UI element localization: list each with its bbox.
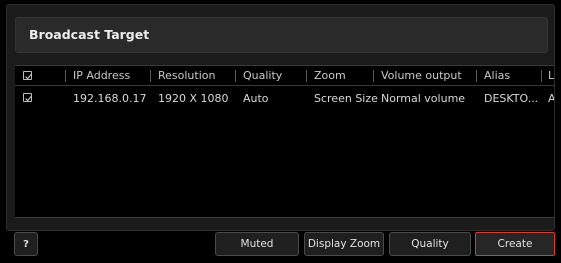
column-separator	[306, 70, 307, 82]
table-row[interactable]: 192.168.0.17 1920 X 1080 Auto Screen Siz…	[15, 87, 555, 109]
display-zoom-button[interactable]: Display Zoom	[304, 232, 384, 256]
column-separator	[541, 70, 542, 82]
column-separator	[235, 70, 236, 82]
dialog-title: Broadcast Target	[29, 27, 150, 42]
column-header-alias[interactable]: Alias	[484, 66, 510, 85]
title-bar: Broadcast Target	[15, 17, 548, 53]
cell-zoom: Screen Size	[314, 91, 378, 105]
help-icon: ?	[23, 238, 29, 250]
broadcast-target-window: Broadcast Target IP Address Resolution Q…	[0, 0, 561, 263]
quality-button-label: Quality	[411, 238, 449, 250]
select-all-checkbox[interactable]	[23, 71, 32, 80]
muted-button[interactable]: Muted	[215, 232, 299, 256]
quality-button[interactable]: Quality	[389, 232, 471, 256]
column-header-volume-output[interactable]: Volume output	[381, 66, 462, 85]
row-checkbox[interactable]	[23, 93, 32, 102]
cell-resolution: 1920 X 1080	[158, 91, 229, 105]
checkmark-icon	[25, 73, 32, 80]
column-header-ip-address[interactable]: IP Address	[73, 66, 130, 85]
cell-volume-output: Normal volume	[381, 91, 466, 105]
create-button-label: Create	[497, 238, 533, 250]
cell-alias: DESKTO...	[484, 91, 539, 105]
column-separator	[373, 70, 374, 82]
column-header-lo[interactable]: Lo	[548, 66, 554, 85]
display-zoom-button-label: Display Zoom	[307, 238, 381, 250]
target-table: IP Address Resolution Quality Zoom Volum…	[15, 65, 555, 218]
help-button[interactable]: ?	[14, 232, 38, 256]
column-header-quality[interactable]: Quality	[243, 66, 282, 85]
column-separator	[65, 70, 66, 82]
column-header-zoom[interactable]: Zoom	[314, 66, 346, 85]
column-separator	[476, 70, 477, 82]
table-header: IP Address Resolution Quality Zoom Volum…	[15, 66, 554, 86]
cell-quality: Auto	[243, 91, 269, 105]
muted-button-label: Muted	[240, 238, 274, 250]
create-button[interactable]: Create	[475, 232, 555, 256]
checkmark-icon	[25, 95, 32, 102]
column-separator	[150, 70, 151, 82]
column-header-resolution[interactable]: Resolution	[158, 66, 215, 85]
cell-lo: Ac	[548, 91, 555, 105]
broadcast-target-panel: Broadcast Target IP Address Resolution Q…	[6, 4, 555, 231]
cell-ip-address: 192.168.0.17	[73, 91, 147, 105]
